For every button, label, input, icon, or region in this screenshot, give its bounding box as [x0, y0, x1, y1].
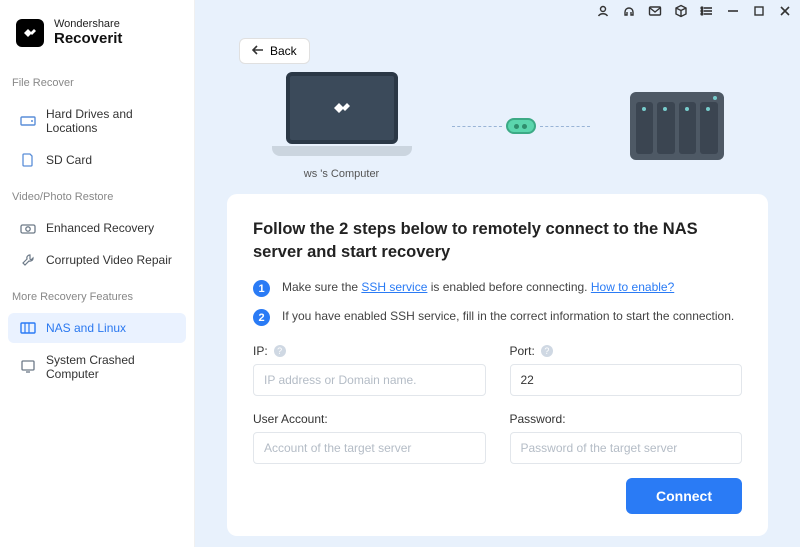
close-icon[interactable]: [778, 4, 792, 18]
sidebar-item-system-crashed[interactable]: System Crashed Computer: [8, 345, 186, 389]
titlebar: [596, 4, 792, 18]
connection-form: IP:? Port:? User Account: Password:: [253, 344, 742, 464]
section-title-more-features: More Recovery Features: [0, 277, 194, 311]
sidebar-item-label: SD Card: [46, 153, 92, 167]
arrow-left-icon: [252, 44, 264, 58]
cube-icon[interactable]: [674, 4, 688, 18]
password-field: Password:: [510, 412, 743, 464]
ip-label: IP:?: [253, 344, 486, 358]
maximize-icon[interactable]: [752, 4, 766, 18]
sidebar-item-label: Enhanced Recovery: [46, 221, 154, 235]
connection-illustration: ws 's Computer: [195, 0, 800, 184]
camera-icon: [20, 221, 36, 235]
ip-field: IP:?: [253, 344, 486, 396]
minimize-icon[interactable]: [726, 4, 740, 18]
main-area: Back ws 's Computer Follow the 2 step: [195, 0, 800, 547]
headset-icon[interactable]: [622, 4, 636, 18]
sidebar: Wondershare Recoverit File Recover Hard …: [0, 0, 195, 547]
sidebar-item-enhanced-recovery[interactable]: Enhanced Recovery: [8, 213, 186, 243]
help-icon[interactable]: ?: [274, 345, 286, 357]
password-input[interactable]: [510, 432, 743, 464]
step-2: 2 If you have enabled SSH service, fill …: [253, 309, 742, 326]
sidebar-item-corrupted-video[interactable]: Corrupted Video Repair: [8, 245, 186, 275]
sdcard-icon: [20, 153, 36, 167]
back-button[interactable]: Back: [239, 38, 310, 64]
port-field: Port:?: [510, 344, 743, 396]
step-number-1: 1: [253, 280, 270, 297]
computer-label: ws 's Computer: [272, 168, 412, 180]
logo-icon: [16, 19, 44, 47]
monitor-icon: [20, 360, 36, 374]
user-icon[interactable]: [596, 4, 610, 18]
list-icon[interactable]: [700, 4, 714, 18]
sidebar-item-label: Corrupted Video Repair: [46, 253, 172, 267]
sidebar-item-sd-card[interactable]: SD Card: [8, 145, 186, 175]
nas-icon: [20, 321, 36, 335]
help-icon[interactable]: ?: [541, 345, 553, 357]
user-input[interactable]: [253, 432, 486, 464]
how-to-enable-link[interactable]: How to enable?: [591, 280, 674, 294]
wrench-icon: [20, 253, 36, 267]
port-label: Port:?: [510, 344, 743, 358]
nas-device-icon: [630, 92, 724, 160]
port-input[interactable]: [510, 364, 743, 396]
panel-heading: Follow the 2 steps below to remotely con…: [253, 218, 742, 264]
ip-input[interactable]: [253, 364, 486, 396]
section-title-video-restore: Video/Photo Restore: [0, 177, 194, 211]
back-button-label: Back: [270, 44, 297, 58]
step-number-2: 2: [253, 309, 270, 326]
laptop-icon: [272, 72, 412, 160]
app-logo: Wondershare Recoverit: [0, 18, 194, 63]
connection-panel: Follow the 2 steps below to remotely con…: [227, 194, 768, 536]
step-1: 1 Make sure the SSH service is enabled b…: [253, 280, 742, 297]
drive-icon: [20, 114, 36, 128]
sidebar-item-hard-drives[interactable]: Hard Drives and Locations: [8, 99, 186, 143]
sidebar-item-label: System Crashed Computer: [46, 353, 174, 381]
sidebar-item-label: NAS and Linux: [46, 321, 126, 335]
user-field: User Account:: [253, 412, 486, 464]
logo-text: Wondershare Recoverit: [54, 18, 122, 47]
section-title-file-recover: File Recover: [0, 63, 194, 97]
sidebar-item-label: Hard Drives and Locations: [46, 107, 174, 135]
user-label: User Account:: [253, 412, 486, 426]
connect-button[interactable]: Connect: [626, 478, 742, 514]
ssh-service-link[interactable]: SSH service: [361, 280, 427, 294]
mail-icon[interactable]: [648, 4, 662, 18]
sidebar-item-nas-linux[interactable]: NAS and Linux: [8, 313, 186, 343]
connection-status-icon: [506, 118, 536, 134]
password-label: Password:: [510, 412, 743, 426]
connection-line: [452, 118, 590, 134]
